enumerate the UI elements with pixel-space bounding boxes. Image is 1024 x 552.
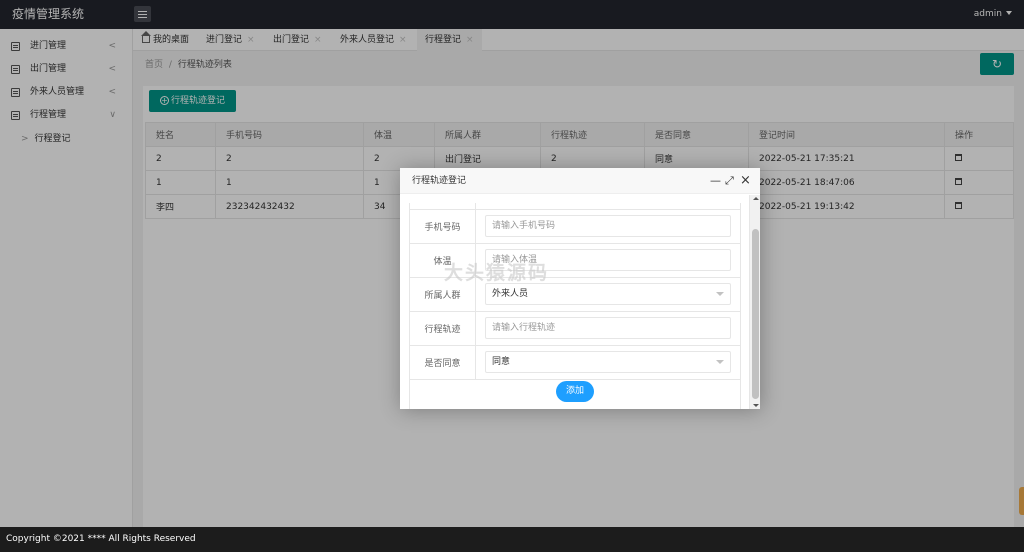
form-row: 手机号码 请输入手机号码 [409,208,741,244]
scroll-down-icon[interactable] [753,404,759,407]
itinerary-dialog: 行程轨迹登记 — ⤢ × 手机号码 请输入手机号码 体温 请输入体温 所属人群 [400,168,760,409]
consent-select[interactable]: 同意 [485,351,731,373]
copyright-text: Copyright ©2021 **** All Rights Reserved [6,534,196,544]
dialog-header: 行程轨迹登记 — ⤢ × [400,168,760,194]
minimize-icon[interactable]: — [710,168,721,194]
maximize-icon[interactable]: ⤢ [725,168,734,194]
dialog-title: 行程轨迹登记 [412,176,467,186]
consent-select-value: 同意 [492,357,511,367]
itinerary-form: 手机号码 请输入手机号码 体温 请输入体温 所属人群 外来人员 行程轨迹 请输入… [409,203,741,409]
watermark: 大头猿源码 [444,262,550,284]
field-cell: 同意 [475,344,741,380]
field-label: 行程轨迹 [409,310,476,346]
form-row: 行程轨迹 请输入行程轨迹 [409,310,741,346]
field-label: 手机号码 [409,208,476,244]
footer: Copyright ©2021 **** All Rights Reserved [0,527,1024,552]
phone-input[interactable]: 请输入手机号码 [485,215,731,237]
scrollbar-thumb[interactable] [752,229,759,399]
field-cell: 请输入手机号码 [475,208,741,244]
add-button[interactable]: 添加 [556,381,594,402]
chevron-down-icon [716,292,724,296]
chevron-down-icon [716,360,724,364]
group-select[interactable]: 外来人员 [485,283,731,305]
field-cell: 请输入行程轨迹 [475,310,741,346]
itinerary-input[interactable]: 请输入行程轨迹 [485,317,731,339]
dialog-body: 手机号码 请输入手机号码 体温 请输入体温 所属人群 外来人员 行程轨迹 请输入… [400,195,749,409]
close-icon[interactable]: × [740,168,751,194]
group-select-value: 外来人员 [492,289,529,299]
form-row: 是否同意 同意 [409,344,741,380]
dialog-scrollbar[interactable] [749,195,760,409]
scroll-up-icon[interactable] [753,197,759,200]
field-label: 是否同意 [409,344,476,380]
